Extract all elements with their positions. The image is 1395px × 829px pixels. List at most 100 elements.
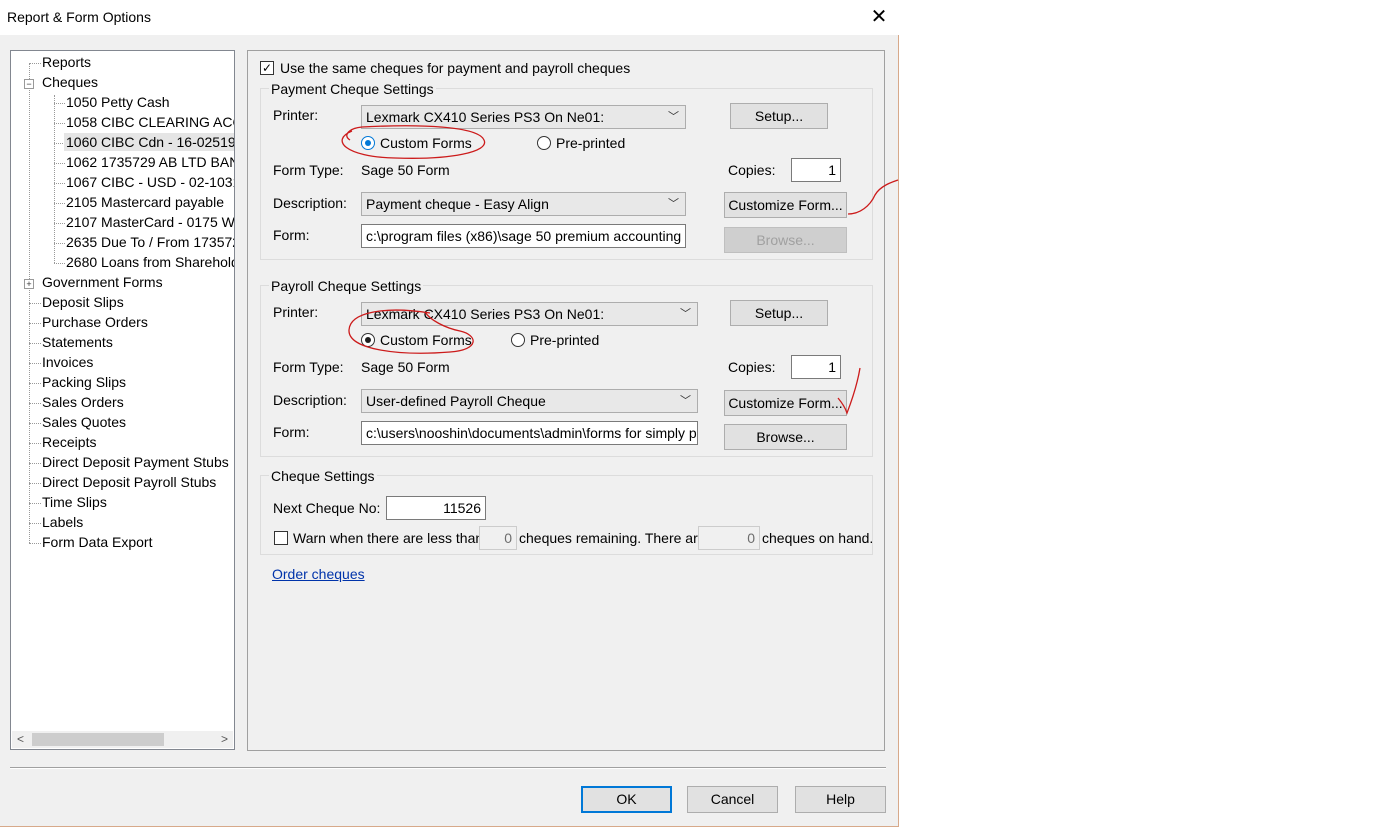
tree-item-1050[interactable]: 1050 Petty Cash xyxy=(66,93,170,111)
tree-item-2105[interactable]: 2105 Mastercard payable xyxy=(66,193,224,211)
payroll-group-title: Payroll Cheque Settings xyxy=(269,278,424,294)
onhand-count-field: 0 xyxy=(698,526,760,550)
payroll-customize-form-button[interactable]: Customize Form... xyxy=(724,390,847,416)
payroll-form-path-input[interactable]: c:\users\nooshin\documents\admin\forms f… xyxy=(361,421,698,445)
scroll-right-icon[interactable]: > xyxy=(216,731,233,748)
tree-item-labels[interactable]: Labels xyxy=(42,513,83,531)
payment-printer-value: Lexmark CX410 Series PS3 On Ne01: xyxy=(366,109,605,125)
tree-item-1058[interactable]: 1058 CIBC CLEARING ACC xyxy=(66,113,234,131)
tree-line xyxy=(29,523,41,524)
report-form-options-dialog: Report & Form Options ✕ Reports − Cheque… xyxy=(0,0,899,827)
same-cheques-checkbox[interactable]: ✓ xyxy=(260,61,274,75)
tree-line xyxy=(29,363,41,364)
tree-line xyxy=(29,543,41,544)
options-tree[interactable]: Reports − Cheques 1050 Petty Cash 1058 C… xyxy=(10,50,235,750)
payment-printer-label: Printer: xyxy=(273,107,319,123)
scroll-thumb[interactable] xyxy=(32,733,164,746)
payment-description-select[interactable]: Payment cheque - Easy Align ﹀ xyxy=(361,192,686,216)
tree-item-1060-selected[interactable]: 1060 CIBC Cdn - 16-02519 xyxy=(64,133,234,151)
tree-line xyxy=(54,203,65,204)
ok-button[interactable]: OK xyxy=(581,786,672,813)
tree-item-dd-payment-stubs[interactable]: Direct Deposit Payment Stubs xyxy=(42,453,229,471)
chevron-down-icon: ﹀ xyxy=(680,308,691,320)
tree-item-time-slips[interactable]: Time Slips xyxy=(42,493,107,511)
tree-item-sales-quotes[interactable]: Sales Quotes xyxy=(42,413,126,431)
tree-item-reports[interactable]: Reports xyxy=(42,53,91,71)
payroll-custom-forms-radio[interactable] xyxy=(361,333,375,347)
chevron-down-icon: ﹀ xyxy=(668,198,679,210)
next-cheque-input[interactable]: 11526 xyxy=(386,496,486,520)
order-cheques-link[interactable]: Order cheques xyxy=(272,566,365,582)
chevron-down-icon: ﹀ xyxy=(668,111,679,123)
payment-preprinted-radio[interactable] xyxy=(537,136,551,150)
collapse-icon[interactable]: − xyxy=(24,79,34,89)
warn-threshold-input[interactable]: 0 xyxy=(479,526,517,550)
tree-line xyxy=(54,263,65,264)
tree-item-government-forms[interactable]: Government Forms xyxy=(42,273,163,291)
tree-item-form-data-export[interactable]: Form Data Export xyxy=(42,533,152,551)
payroll-description-label: Description: xyxy=(273,392,347,408)
payment-form-type-value: Sage 50 Form xyxy=(361,162,450,178)
payment-custom-forms-radio[interactable] xyxy=(361,136,375,150)
close-icon[interactable]: ✕ xyxy=(868,6,890,28)
tree-line xyxy=(54,95,55,263)
cancel-button[interactable]: Cancel xyxy=(687,786,778,813)
payroll-cheque-settings-group: Payroll Cheque Settings Printer: Lexmark… xyxy=(260,278,873,457)
tree-item-deposit-slips[interactable]: Deposit Slips xyxy=(42,293,124,311)
payroll-form-label: Form: xyxy=(273,424,310,440)
tree-item-2635[interactable]: 2635 Due To / From 173572 xyxy=(66,233,234,251)
cheque-settings-title: Cheque Settings xyxy=(269,468,377,484)
scroll-left-icon[interactable]: < xyxy=(12,731,29,748)
tree-line xyxy=(54,183,65,184)
payment-custom-forms-label: Custom Forms xyxy=(380,135,472,151)
payment-printer-select[interactable]: Lexmark CX410 Series PS3 On Ne01: ﹀ xyxy=(361,105,686,129)
tree-item-packing-slips[interactable]: Packing Slips xyxy=(42,373,126,391)
tree-line xyxy=(54,123,65,124)
help-button[interactable]: Help xyxy=(795,786,886,813)
payment-copies-input[interactable]: 1 xyxy=(791,158,841,182)
tree-line xyxy=(29,463,41,464)
tree-line xyxy=(29,343,41,344)
payment-description-label: Description: xyxy=(273,195,347,211)
tree-item-dd-payroll-stubs[interactable]: Direct Deposit Payroll Stubs xyxy=(42,473,216,491)
payment-setup-button[interactable]: Setup... xyxy=(730,103,828,129)
tree-line xyxy=(54,243,65,244)
tree-line xyxy=(29,423,41,424)
tree-item-1062[interactable]: 1062 1735729 AB LTD BAN xyxy=(66,153,234,171)
tree-item-2107[interactable]: 2107 MasterCard - 0175 We xyxy=(66,213,234,231)
tree-item-purchase-orders[interactable]: Purchase Orders xyxy=(42,313,148,331)
tree-item-invoices[interactable]: Invoices xyxy=(42,353,93,371)
tree-line xyxy=(29,383,41,384)
tree-item-statements[interactable]: Statements xyxy=(42,333,113,351)
tree-item-receipts[interactable]: Receipts xyxy=(42,433,96,451)
payroll-printer-select[interactable]: Lexmark CX410 Series PS3 On Ne01: ﹀ xyxy=(361,302,698,326)
tree-item-cheques[interactable]: Cheques xyxy=(42,73,98,91)
tree-item-1067[interactable]: 1067 CIBC - USD - 02-1031! xyxy=(66,173,234,191)
payment-form-path-input[interactable]: c:\program files (x86)\sage 50 premium a… xyxy=(361,224,686,248)
warn-label: Warn when there are less than xyxy=(293,530,484,546)
payroll-copies-label: Copies: xyxy=(728,359,776,375)
payment-browse-button[interactable]: Browse... xyxy=(724,227,847,253)
tree-horizontal-scrollbar[interactable]: < > xyxy=(12,731,233,748)
expand-icon[interactable]: + xyxy=(24,279,34,289)
tree-line xyxy=(29,483,41,484)
payroll-description-select[interactable]: User-defined Payroll Cheque ﹀ xyxy=(361,389,698,413)
tree-line xyxy=(29,503,41,504)
cheque-settings-group: Cheque Settings Next Cheque No: 11526 Wa… xyxy=(260,468,873,555)
payroll-browse-button[interactable]: Browse... xyxy=(724,424,847,450)
payroll-copies-input[interactable]: 1 xyxy=(791,355,841,379)
payroll-form-type-value: Sage 50 Form xyxy=(361,359,450,375)
tree-line xyxy=(54,223,65,224)
tree-item-sales-orders[interactable]: Sales Orders xyxy=(42,393,124,411)
payroll-description-value: User-defined Payroll Cheque xyxy=(366,393,546,409)
window-title: Report & Form Options xyxy=(7,9,151,25)
cheque-options-panel: ✓ Use the same cheques for payment and p… xyxy=(247,50,885,751)
payment-copies-label: Copies: xyxy=(728,162,776,178)
payment-customize-form-button[interactable]: Customize Form... xyxy=(724,192,847,218)
payroll-setup-button[interactable]: Setup... xyxy=(730,300,828,326)
payroll-form-type-label: Form Type: xyxy=(273,359,344,375)
payroll-preprinted-radio[interactable] xyxy=(511,333,525,347)
tree-item-2680[interactable]: 2680 Loans from Shareholde xyxy=(66,253,234,271)
warn-checkbox[interactable] xyxy=(274,531,288,545)
tree-line xyxy=(29,63,41,64)
